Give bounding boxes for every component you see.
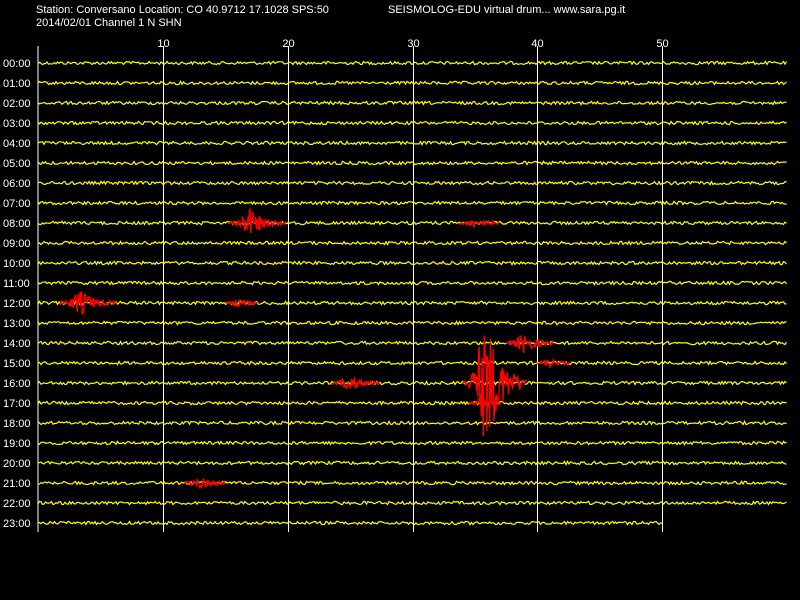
- trace-row-0600: [37, 180, 787, 186]
- row-time-label: 03:00: [3, 118, 31, 130]
- row-time-label: 08:00: [3, 218, 31, 230]
- trace-row-1100: [37, 280, 788, 286]
- trace-row-2300: [37, 520, 663, 526]
- trace-row-2100: [37, 480, 787, 486]
- trace-row-0400: [37, 140, 787, 146]
- event-burst-2100-9: [184, 478, 226, 490]
- row-time-label: 16:00: [3, 378, 31, 390]
- row-time-label: 15:00: [3, 358, 31, 370]
- row-time-label: 19:00: [3, 438, 31, 450]
- row-time-label: 13:00: [3, 318, 31, 330]
- trace-row-0300: [37, 120, 787, 126]
- trace-row-1900: [37, 440, 787, 446]
- trace-row-2200: [37, 500, 787, 506]
- row-time-label: 09:00: [3, 238, 31, 250]
- trace-row-1800: [37, 420, 787, 426]
- trace-row-1400: [37, 340, 788, 346]
- row-time-label: 21:00: [3, 478, 31, 490]
- trace-row-0700: [37, 200, 787, 206]
- row-time-label: 04:00: [3, 138, 31, 150]
- trace-row-1700: [37, 400, 787, 406]
- row-time-label: 02:00: [3, 98, 31, 110]
- row-time-label: 14:00: [3, 338, 31, 350]
- event-burst-1600-7: [461, 335, 528, 437]
- row-time-label: 23:00: [3, 518, 31, 530]
- trace-row-2000: [37, 460, 787, 467]
- x-tick-label: 40: [531, 38, 543, 50]
- event-burst-1200-3: [224, 298, 258, 308]
- trace-row-0800: [37, 220, 787, 226]
- event-burst-1500-5: [536, 357, 570, 369]
- row-time-label: 06:00: [3, 178, 31, 190]
- trace-row-0500: [37, 160, 787, 166]
- trace-row-1200: [37, 300, 787, 306]
- row-time-label: 01:00: [3, 78, 31, 90]
- trace-row-1300: [37, 320, 787, 326]
- x-tick-label: 20: [282, 38, 294, 50]
- trace-row-0900: [37, 240, 787, 246]
- trace-row-1500: [37, 360, 787, 366]
- trace-row-0000: [37, 60, 788, 66]
- trace-row-1000: [37, 260, 787, 266]
- event-burst-0800-0: [228, 207, 286, 234]
- trace-row-0200: [37, 100, 787, 106]
- x-tick-label: 30: [407, 38, 419, 50]
- row-time-label: 07:00: [3, 198, 31, 210]
- row-time-label: 10:00: [3, 258, 31, 270]
- trace-row-0100: [37, 80, 787, 86]
- x-tick-label: 10: [157, 38, 169, 50]
- row-time-label: 22:00: [3, 498, 31, 510]
- row-time-label: 12:00: [3, 298, 31, 310]
- seismogram-drum-chart: 10 20 30 40 50 00:00 01:00 02:00 03:00 04:00 05:00…: [3, 38, 788, 532]
- row-time-label: 05:00: [3, 158, 31, 170]
- row-time-label: 18:00: [3, 418, 31, 430]
- trace-row-1600: [37, 380, 787, 386]
- row-time-label: 20:00: [3, 458, 31, 470]
- x-tick-label: 50: [656, 38, 668, 50]
- row-time-label: 00:00: [3, 58, 31, 70]
- row-time-label: 11:00: [3, 278, 30, 290]
- row-time-label: 17:00: [3, 398, 31, 410]
